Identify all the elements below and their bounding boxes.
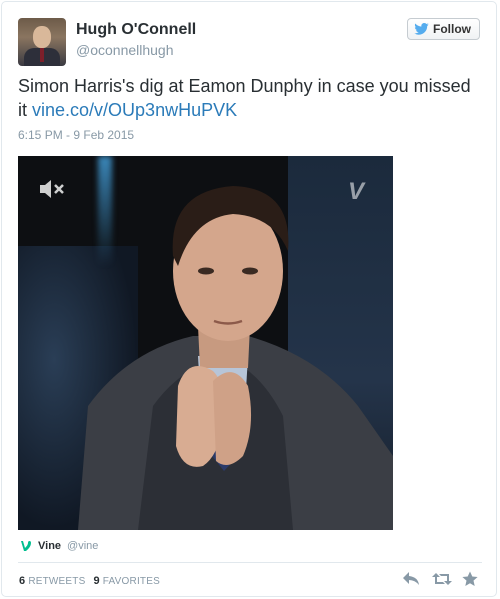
vine-video[interactable]: V [18, 156, 393, 530]
twitter-bird-icon [414, 23, 429, 35]
favorite-icon[interactable] [462, 571, 480, 587]
tweet-stats: 6 RETWEETS 9 FAVORITES [19, 575, 160, 587]
timestamp[interactable]: 6:15 PM - 9 Feb 2015 [18, 128, 134, 142]
tweet-actions [402, 571, 480, 587]
video-frame [78, 186, 393, 530]
source-attribution[interactable]: Vine @vine [20, 540, 98, 552]
favorites-stat[interactable]: 9 FAVORITES [93, 575, 160, 587]
follow-button[interactable]: Follow [407, 18, 480, 40]
divider [18, 562, 482, 563]
vine-logo-icon: V [348, 178, 365, 205]
retweets-stat[interactable]: 6 RETWEETS [19, 575, 85, 587]
tweet-text: Simon Harris's dig at Eamon Dunphy in ca… [18, 74, 482, 122]
reply-icon[interactable] [402, 571, 420, 587]
vine-logo-icon [21, 541, 31, 551]
source-name: Vine [38, 540, 62, 552]
speaker-muted-icon[interactable] [38, 178, 66, 200]
follow-label: Follow [433, 22, 471, 36]
retweet-icon[interactable] [432, 571, 452, 587]
display-name[interactable]: Hugh O'Connell [76, 21, 196, 39]
embedded-tweet: Hugh O'Connell @oconnellhugh Follow Simo… [1, 1, 497, 597]
source-handle: @vine [67, 540, 99, 552]
tweet-link[interactable]: vine.co/v/OUp3nwHuPVK [32, 100, 237, 120]
avatar[interactable] [18, 18, 66, 66]
screen-name[interactable]: @oconnellhugh [76, 42, 174, 58]
